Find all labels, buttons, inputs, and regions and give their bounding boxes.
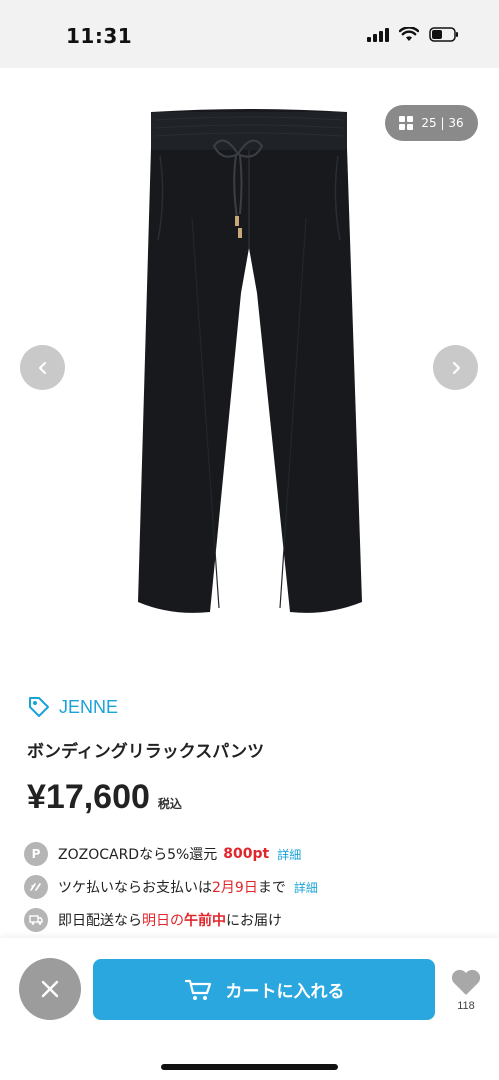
deferred-text-before: ツケ払いならお支払いは: [58, 880, 212, 896]
wifi-icon: [399, 27, 419, 41]
image-counter-text: 25 | 36: [421, 116, 464, 130]
price-row: ¥17,600 税込: [27, 778, 182, 817]
delivery-highlight-day: 明日の: [142, 913, 184, 929]
status-bar: 11:31: [0, 0, 499, 68]
grid-icon: [399, 116, 414, 130]
next-image-button[interactable]: [433, 345, 478, 390]
points-icon: P: [24, 842, 48, 866]
cellular-signal-icon: [367, 27, 389, 42]
image-counter-badge[interactable]: 25 | 36: [385, 105, 478, 141]
delivery-highlight-time: 午前中: [184, 913, 226, 929]
chevron-left-icon: [38, 361, 46, 374]
cart-icon: [184, 979, 211, 1000]
product-title: ボンディングリラックスパンツ: [27, 742, 265, 762]
product-price: ¥17,600: [27, 778, 150, 816]
deferred-detail-link[interactable]: 詳細: [294, 879, 318, 896]
points-text: ZOZOCARDなら5%還元: [58, 847, 218, 863]
truck-icon: [24, 908, 48, 932]
close-icon: [41, 980, 59, 998]
home-indicator: [161, 1064, 338, 1070]
brand-name[interactable]: JENNE: [59, 697, 118, 718]
favorite-count: 118: [457, 1000, 475, 1012]
deferred-payment-info: ツケ払いならお支払いは 2月9日 まで 詳細: [24, 875, 318, 899]
heart-icon: [451, 969, 481, 995]
add-to-cart-label: カートに入れる: [225, 982, 345, 1002]
previous-image-button[interactable]: [20, 345, 65, 390]
status-icons: [367, 27, 459, 42]
delivery-text-after: にお届け: [226, 913, 282, 929]
tag-icon: [29, 697, 49, 717]
chevron-right-icon: [452, 361, 460, 374]
points-info: P ZOZOCARDなら5%還元 800pt 詳細: [24, 842, 301, 866]
tax-label: 税込: [157, 797, 182, 811]
pants-image: [138, 109, 362, 613]
delivery-info: 即日配送なら 明日の 午前中 にお届け: [24, 908, 282, 932]
points-detail-link[interactable]: 詳細: [277, 846, 301, 863]
add-to-cart-button[interactable]: カートに入れる: [93, 959, 435, 1020]
delivery-text-before: 即日配送なら: [58, 913, 142, 929]
deferred-text-after: まで: [257, 880, 286, 896]
bottom-action-bar: カートに入れる 118: [0, 938, 499, 1080]
product-image[interactable]: [0, 68, 499, 678]
close-button[interactable]: [19, 958, 81, 1020]
battery-icon: [429, 27, 458, 42]
deferred-payment-icon: [24, 875, 48, 899]
deferred-date: 2月9日: [212, 880, 258, 896]
status-time: 11:31: [66, 24, 133, 48]
brand-link[interactable]: JENNE: [27, 695, 118, 719]
points-amount: 800pt: [223, 846, 270, 862]
favorite-button[interactable]: 118: [447, 968, 485, 1012]
